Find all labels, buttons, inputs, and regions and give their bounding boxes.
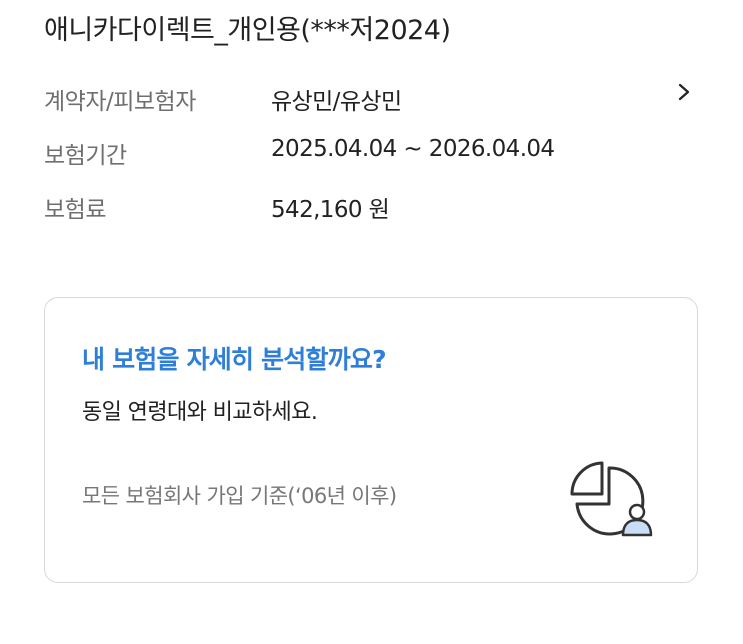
row-value: 2025.04.04 ~ 2026.04.04 bbox=[271, 136, 555, 162]
policy-row-premium: 보험료 542,160 원 bbox=[44, 182, 704, 236]
analysis-card-note: 모든 보험회사 가입 기준(‘06년 이후) bbox=[82, 484, 397, 508]
row-value: 유상민/유상민 bbox=[271, 89, 402, 115]
policy-info[interactable]: 계약자/피보험자 유상민/유상민 보험기간 2025.04.04 ~ 2026.… bbox=[44, 74, 704, 236]
policy-title: 애니카다이렉트_개인용(***저2024) bbox=[44, 15, 451, 46]
row-label: 보험기간 bbox=[44, 143, 127, 169]
chevron-right-icon[interactable] bbox=[674, 82, 694, 102]
row-label: 보험료 bbox=[44, 197, 106, 223]
row-label: 계약자/피보험자 bbox=[44, 89, 196, 115]
row-value: 542,160 원 bbox=[271, 197, 390, 223]
analysis-card-subtitle: 동일 연령대와 비교하세요. bbox=[82, 400, 318, 425]
analysis-card-title: 내 보험을 자세히 분석할까요? bbox=[82, 345, 387, 374]
analysis-card[interactable]: 내 보험을 자세히 분석할까요? 동일 연령대와 비교하세요. 모든 보험회사 … bbox=[44, 297, 698, 583]
policy-row-period: 보험기간 2025.04.04 ~ 2026.04.04 bbox=[44, 128, 704, 182]
pie-chart-user-icon bbox=[570, 461, 653, 537]
policy-row-insured: 계약자/피보험자 유상민/유상민 bbox=[44, 74, 704, 128]
